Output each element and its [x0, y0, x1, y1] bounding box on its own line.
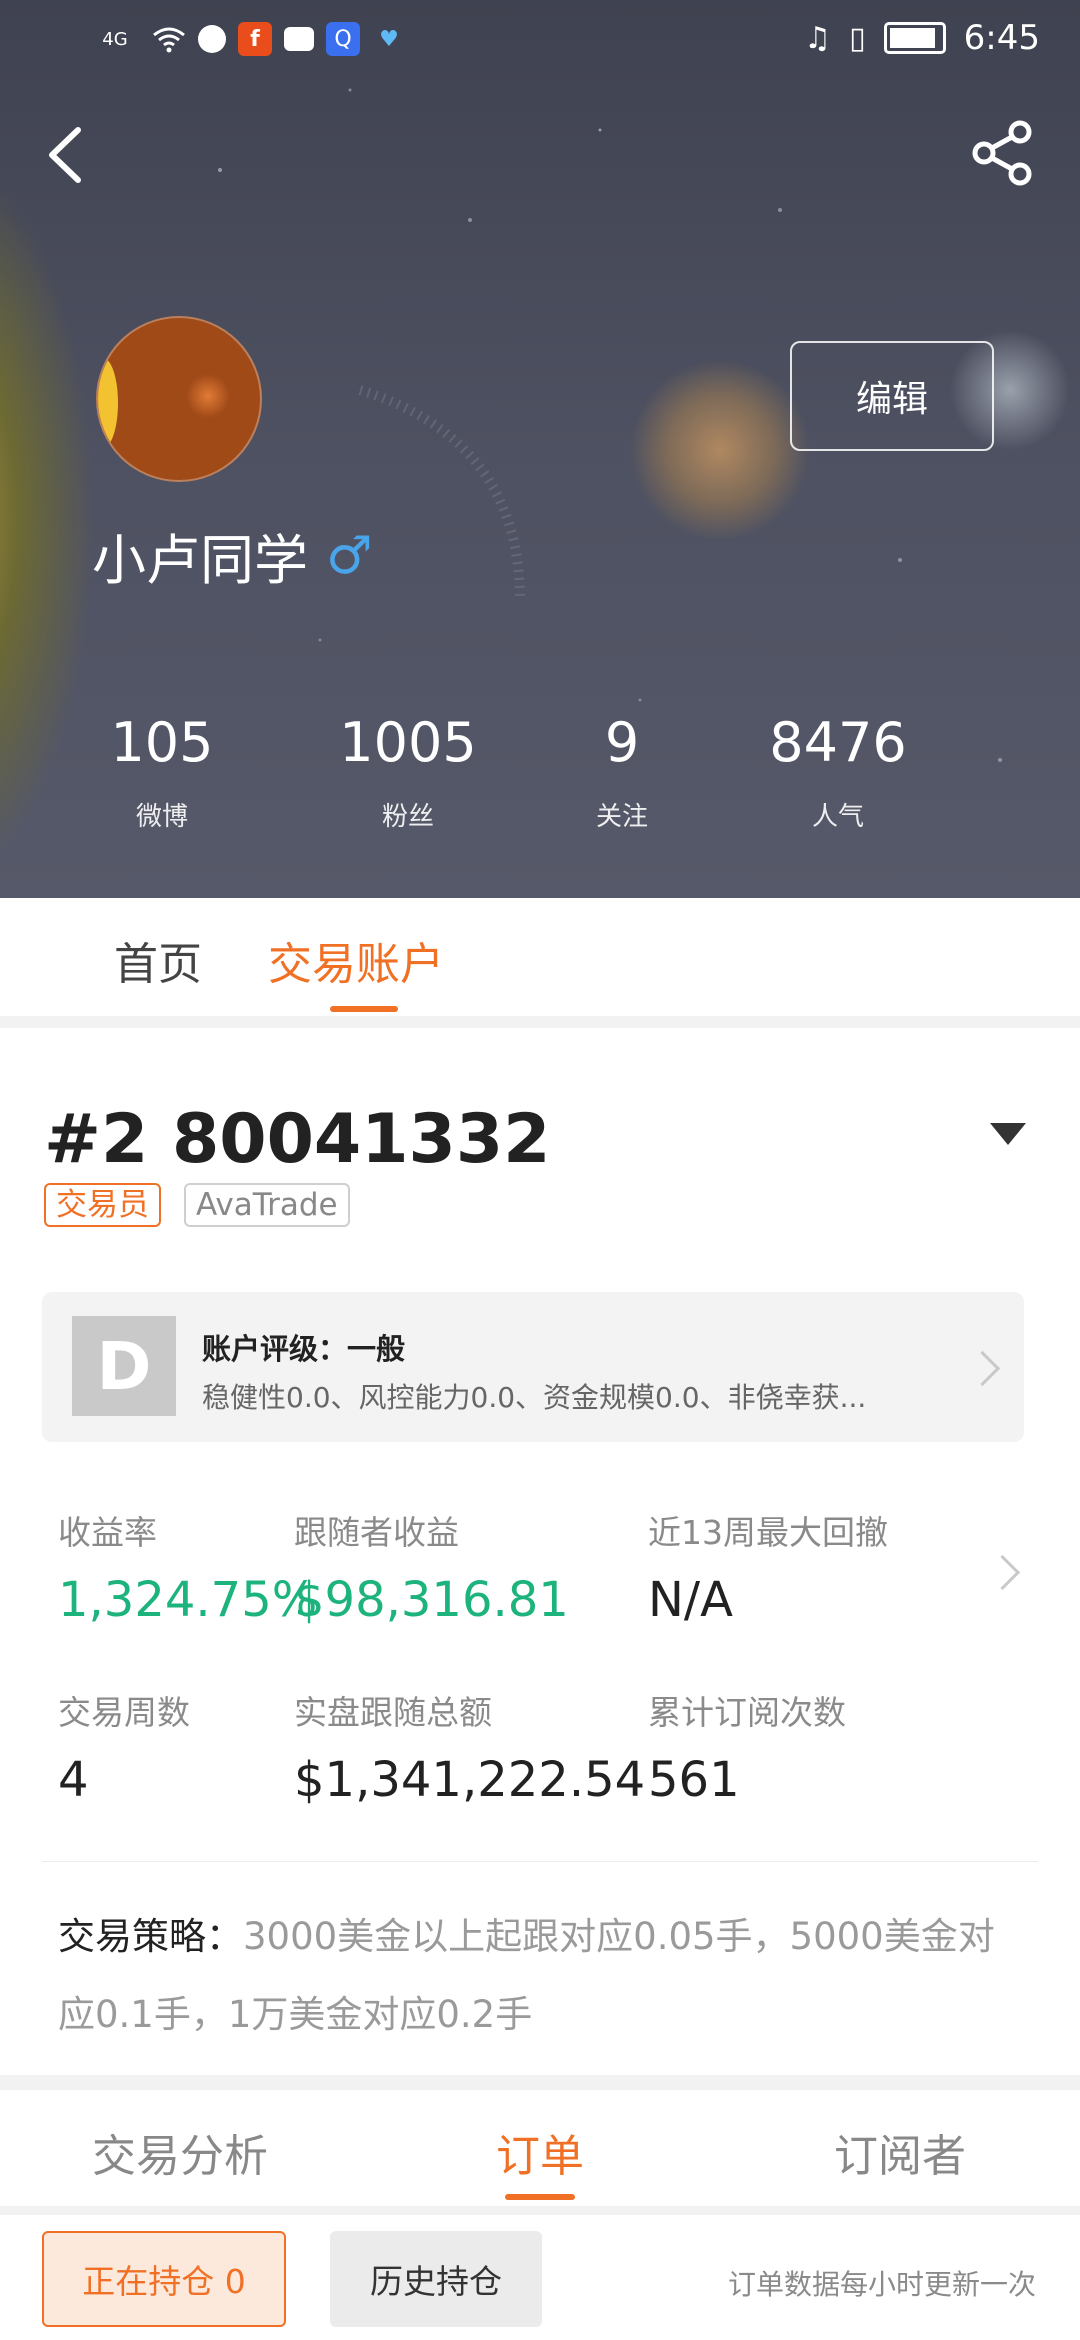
rating-description: 稳健性0.0、风控能力0.0、资金规模0.0、非侥幸获... — [202, 1381, 867, 1414]
profile-header: 4G f Q ♥ ♫ ▯ 6:45 编辑 小卢同学 ♂ 105 微博 1005 … — [0, 0, 1080, 898]
metric-label: 累计订阅次数 — [648, 1693, 846, 1732]
chevron-right-icon[interactable] — [984, 1554, 1021, 1591]
chevron-right-icon — [964, 1350, 1001, 1387]
metric-total-follow-amount: 实盘跟随总额 $1,341,222.54 — [294, 1686, 645, 1808]
status-bar: 4G f Q ♥ ♫ ▯ 6:45 — [0, 0, 1080, 80]
update-note: 订单数据每小时更新一次 — [727, 2268, 1036, 2301]
stat-label: 人气 — [811, 802, 864, 832]
metric-value: 1,324.75% — [58, 1572, 318, 1628]
active-tab-indicator — [330, 1006, 398, 1012]
back-arrow-icon[interactable] — [38, 120, 98, 190]
status-icons-left: 4G f Q ♥ — [90, 22, 406, 56]
trader-tag: 交易员 — [44, 1183, 161, 1227]
stat-value: 105 — [110, 711, 214, 774]
search-app-icon: Q — [326, 22, 360, 56]
stat-weibo[interactable]: 105 微博 — [52, 708, 272, 833]
account-rating-card[interactable]: D 账户评级：一般 稳健性0.0、风控能力0.0、资金规模0.0、非侥幸获... — [42, 1292, 1024, 1442]
metric-label: 交易周数 — [58, 1693, 190, 1732]
browser-app-icon — [198, 25, 226, 53]
metric-label: 跟随者收益 — [294, 1513, 459, 1552]
share-icon[interactable] — [968, 118, 1038, 188]
stat-value: 8476 — [769, 711, 907, 774]
history-positions-button[interactable]: 历史持仓 — [330, 2231, 542, 2327]
strategy-label: 交易策略： — [58, 1915, 243, 1958]
stat-label: 粉丝 — [381, 802, 434, 832]
rating-title: 账户评级：一般 — [202, 1332, 406, 1366]
avatar[interactable] — [96, 316, 262, 482]
metric-value: N/A — [648, 1572, 733, 1628]
stat-label: 关注 — [595, 802, 648, 832]
tab-trading-analysis[interactable]: 交易分析 — [92, 2120, 268, 2184]
account-card: #2 80041332 交易员 AvaTrade D 账户评级：一般 稳健性0.… — [0, 1028, 1080, 2075]
metric-label: 近13周最大回撤 — [648, 1513, 888, 1552]
finance-app-icon: f — [238, 22, 272, 56]
caret-down-icon[interactable] — [990, 1123, 1026, 1145]
detail-tabs: 交易分析 订单 订阅者 — [0, 2090, 1080, 2206]
clock: 6:45 — [963, 18, 1040, 58]
metric-follower-profit: 跟随者收益 $98,316.81 — [294, 1506, 569, 1628]
broker-tag: AvaTrade — [184, 1183, 350, 1227]
metric-subscription-count: 累计订阅次数 561 — [648, 1686, 846, 1808]
stat-popularity[interactable]: 8476 人气 — [728, 708, 948, 833]
stat-label: 微博 — [135, 802, 188, 832]
tab-orders[interactable]: 订单 — [496, 2120, 584, 2184]
metric-value: 4 — [58, 1752, 89, 1808]
profile-stats: 105 微博 1005 粉丝 9 关注 8476 人气 — [0, 708, 1080, 848]
status-icons-right: ♫ ▯ 6:45 — [804, 18, 1040, 58]
vibrate-icon: ▯ — [849, 20, 866, 56]
male-gender-icon: ♂ — [326, 525, 373, 586]
metric-return-rate: 收益率 1,324.75% — [58, 1506, 317, 1628]
username: 小卢同学 — [92, 529, 308, 592]
metric-value: $98,316.81 — [294, 1572, 569, 1628]
stat-following[interactable]: 9 关注 — [512, 708, 732, 833]
signal-icon: 4G — [102, 28, 128, 50]
briefcase-app-icon — [284, 27, 314, 51]
divider — [42, 1861, 1038, 1862]
account-title: #2 80041332 — [44, 1100, 551, 1179]
rating-grade-badge: D — [72, 1316, 176, 1416]
profile-tabs: 首页 交易账户 — [0, 898, 1080, 1016]
open-positions-button[interactable]: 正在持仓 0 — [42, 2231, 286, 2327]
metric-max-drawdown: 近13周最大回撤 N/A — [648, 1506, 888, 1628]
stat-value: 9 — [604, 711, 640, 774]
metric-value: $1,341,222.54 — [294, 1752, 646, 1808]
tab-subscribers[interactable]: 订阅者 — [834, 2120, 966, 2184]
heart-app-icon: ♥ — [379, 26, 399, 52]
stat-fans[interactable]: 1005 粉丝 — [298, 708, 518, 833]
edit-profile-button[interactable]: 编辑 — [790, 341, 994, 451]
headset-icon: ♫ — [804, 20, 832, 56]
wifi-icon — [152, 22, 186, 56]
order-filter-bar: 正在持仓 0 历史持仓 订单数据每小时更新一次 — [0, 2215, 1080, 2340]
stat-value: 1005 — [339, 711, 477, 774]
trading-strategy: 交易策略：3000美金以上起跟对应0.05手，5000美金对应0.1手，1万美金… — [58, 1898, 1024, 2054]
metric-label: 实盘跟随总额 — [294, 1693, 492, 1732]
active-tab-indicator — [505, 2194, 575, 2200]
metric-trading-weeks: 交易周数 4 — [58, 1686, 190, 1808]
metric-label: 收益率 — [58, 1513, 157, 1552]
tab-home[interactable]: 首页 — [114, 928, 202, 992]
username-row: 小卢同学 ♂ — [92, 516, 373, 595]
battery-icon — [883, 22, 946, 54]
tab-trading-account[interactable]: 交易账户 — [268, 928, 444, 992]
metric-value: 561 — [648, 1752, 740, 1808]
